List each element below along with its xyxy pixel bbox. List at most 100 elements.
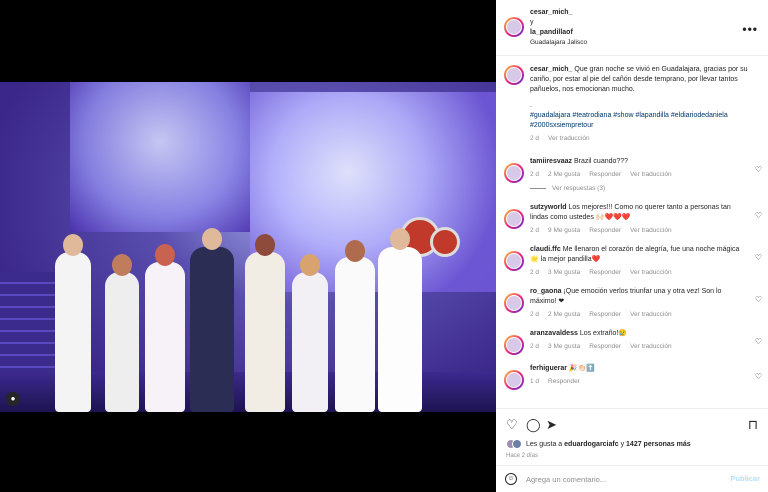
comment-likes[interactable]: 3 Me gusta xyxy=(548,343,580,350)
save-bookmark-icon[interactable]: ⊓ xyxy=(748,417,758,433)
comment-time: 1 d xyxy=(530,378,540,385)
like-comment-heart-icon[interactable]: ♡ xyxy=(755,253,762,262)
publish-button[interactable]: Publicar xyxy=(730,474,760,483)
comment-translate-link[interactable]: Ver traducción xyxy=(630,343,672,350)
comment-composer: ☺ Publicar xyxy=(496,465,768,492)
comment-meta: 2 d 9 Me gusta Responder Ver traducción xyxy=(530,227,748,234)
comment-item: ro_gaona ¡Que emoción verlos triunfar un… xyxy=(496,285,768,318)
commenter-avatar[interactable] xyxy=(504,163,524,183)
concert-photo[interactable]: ● xyxy=(0,82,496,412)
comment-time: 2 d xyxy=(530,171,540,178)
likes-prefix: Les gusta a xyxy=(526,440,563,448)
comment-text: claudi.ffc Me llenaron el corazón de ale… xyxy=(530,243,748,265)
comment-reply-link[interactable]: Responder xyxy=(589,171,621,178)
comment-body: 🎉👏🏻⬆️ xyxy=(568,365,596,372)
comment-translate-link[interactable]: Ver traducción xyxy=(630,227,672,234)
comment-item: ferhiguerar 🎉👏🏻⬆️ 1 d Responder ♡ xyxy=(496,362,768,390)
emoji-picker-icon[interactable]: ☺ xyxy=(505,473,517,485)
performer xyxy=(292,272,328,412)
comment-reply-link[interactable]: Responder xyxy=(548,378,580,385)
comment-username[interactable]: ferhiguerar xyxy=(530,365,567,372)
comment-meta: 2 d 2 Me gusta Responder Ver traducción xyxy=(530,311,748,318)
comment-translate-link[interactable]: Ver traducción xyxy=(630,171,672,178)
share-send-icon[interactable]: ➤ xyxy=(546,417,557,433)
author-conjunction: y xyxy=(530,19,534,26)
comment-bubble-icon[interactable]: ◯ xyxy=(526,417,541,433)
comment-time: 2 d xyxy=(530,343,540,350)
view-replies[interactable]: Ver respuestas (3) xyxy=(530,185,748,192)
performer xyxy=(190,247,234,412)
comment-likes[interactable]: 9 Me gusta xyxy=(548,227,580,234)
caption-text: cesar_mich_ Que gran noche se vivió en G… xyxy=(530,65,748,95)
like-comment-heart-icon[interactable]: ♡ xyxy=(755,337,762,346)
post-details-panel: cesar_mich_ y la_pandillaof Guadalajara … xyxy=(496,0,768,492)
comment-text: ro_gaona ¡Que emoción verlos triunfar un… xyxy=(530,285,748,307)
caption-translate-link[interactable]: Ver traducción xyxy=(548,135,590,142)
commenter-avatar[interactable] xyxy=(504,209,524,229)
author-username-1[interactable]: cesar_mich_ xyxy=(530,8,587,18)
view-replies-label[interactable]: Ver respuestas (3) xyxy=(552,185,605,192)
likes-summary: Les gusta a eduardogarciafc y 1427 perso… xyxy=(506,439,691,449)
comment-item: aranzavaldess Los extraño!😢 2 d 3 Me gus… xyxy=(496,327,768,355)
comment-meta: 1 d Responder xyxy=(530,378,748,385)
stage-screen-right xyxy=(250,92,496,292)
performer xyxy=(55,252,91,412)
comment-text: sutzyworld Los mejores!!! Como no querer… xyxy=(530,201,748,223)
caption-hashtags[interactable]: #guadalajara #teatrodiana #show #lapandi… xyxy=(530,111,748,131)
performer xyxy=(335,257,375,412)
comment-reply-link[interactable]: Responder xyxy=(589,269,621,276)
comment-reply-link[interactable]: Responder xyxy=(589,343,621,350)
comment-username[interactable]: claudi.ffc xyxy=(530,246,561,253)
performer xyxy=(145,262,185,412)
post-caption: cesar_mich_ Que gran noche se vivió en G… xyxy=(496,57,768,142)
like-comment-heart-icon[interactable]: ♡ xyxy=(755,295,762,304)
comment-username[interactable]: sutzyworld xyxy=(530,204,567,211)
more-options-icon[interactable]: ••• xyxy=(742,22,758,36)
comment-item: sutzyworld Los mejores!!! Como no querer… xyxy=(496,201,768,234)
commenter-avatar[interactable] xyxy=(504,293,524,313)
caption-author-avatar[interactable] xyxy=(504,65,524,85)
caption-username[interactable]: cesar_mich_ xyxy=(530,66,572,73)
performer xyxy=(105,272,139,412)
comment-username[interactable]: tamiiresvaaz xyxy=(530,158,572,165)
comment-reply-link[interactable]: Responder xyxy=(589,311,621,318)
comment-item: tamiiresvaaz Brazil cuando??? 2 d 2 Me g… xyxy=(496,155,768,192)
stage-screen-left xyxy=(70,82,250,232)
comment-time: 2 d xyxy=(530,227,540,234)
likes-count[interactable]: 1427 personas más xyxy=(626,441,691,448)
comment-text: ferhiguerar 🎉👏🏻⬆️ xyxy=(530,362,748,374)
comment-username[interactable]: ro_gaona xyxy=(530,288,562,295)
like-heart-icon[interactable]: ♡ xyxy=(506,417,518,433)
author-username-2[interactable]: la_pandillaof xyxy=(530,28,587,38)
likes-user[interactable]: eduardogarciafc xyxy=(564,441,618,448)
like-comment-heart-icon[interactable]: ♡ xyxy=(755,372,762,381)
performer xyxy=(245,252,285,412)
post-location[interactable]: Guadalajara Jalisco xyxy=(530,38,587,48)
comment-input[interactable] xyxy=(526,472,716,486)
comments-scroll-area[interactable]: cesar_mich_ Que gran noche se vivió en G… xyxy=(496,57,768,407)
comment-likes[interactable]: 2 Me gusta xyxy=(548,311,580,318)
comment-translate-link[interactable]: Ver traducción xyxy=(630,269,672,276)
like-comment-heart-icon[interactable]: ♡ xyxy=(755,165,762,174)
likes-mid: y xyxy=(620,440,625,448)
comment-likes[interactable]: 2 Me gusta xyxy=(548,171,580,178)
comment-body: Me llenaron el corazón de alegría, fue u… xyxy=(530,246,740,263)
performer-head xyxy=(300,254,320,276)
replies-line xyxy=(530,188,546,189)
comment-likes[interactable]: 3 Me gusta xyxy=(548,269,580,276)
post-actions-bar: ♡ ◯ ➤ ⊓ Les gusta a eduardogarciafc y 14… xyxy=(496,408,768,464)
comment-translate-link[interactable]: Ver traducción xyxy=(630,311,672,318)
comment-body: Brazil cuando??? xyxy=(573,158,629,165)
like-comment-heart-icon[interactable]: ♡ xyxy=(755,211,762,220)
comment-meta: 2 d 3 Me gusta Responder Ver traducción xyxy=(530,269,748,276)
comment-reply-link[interactable]: Responder xyxy=(589,227,621,234)
commenter-avatar[interactable] xyxy=(504,251,524,271)
likes-text: Les gusta a eduardogarciafc y 1427 perso… xyxy=(526,441,691,448)
commenter-avatar[interactable] xyxy=(504,370,524,390)
comment-username[interactable]: aranzavaldess xyxy=(530,330,578,337)
comment-time: 2 d xyxy=(530,311,540,318)
tagged-users-icon[interactable]: ● xyxy=(6,392,20,406)
performer-head xyxy=(155,244,175,266)
commenter-avatar[interactable] xyxy=(504,335,524,355)
author-avatar[interactable] xyxy=(504,17,524,37)
